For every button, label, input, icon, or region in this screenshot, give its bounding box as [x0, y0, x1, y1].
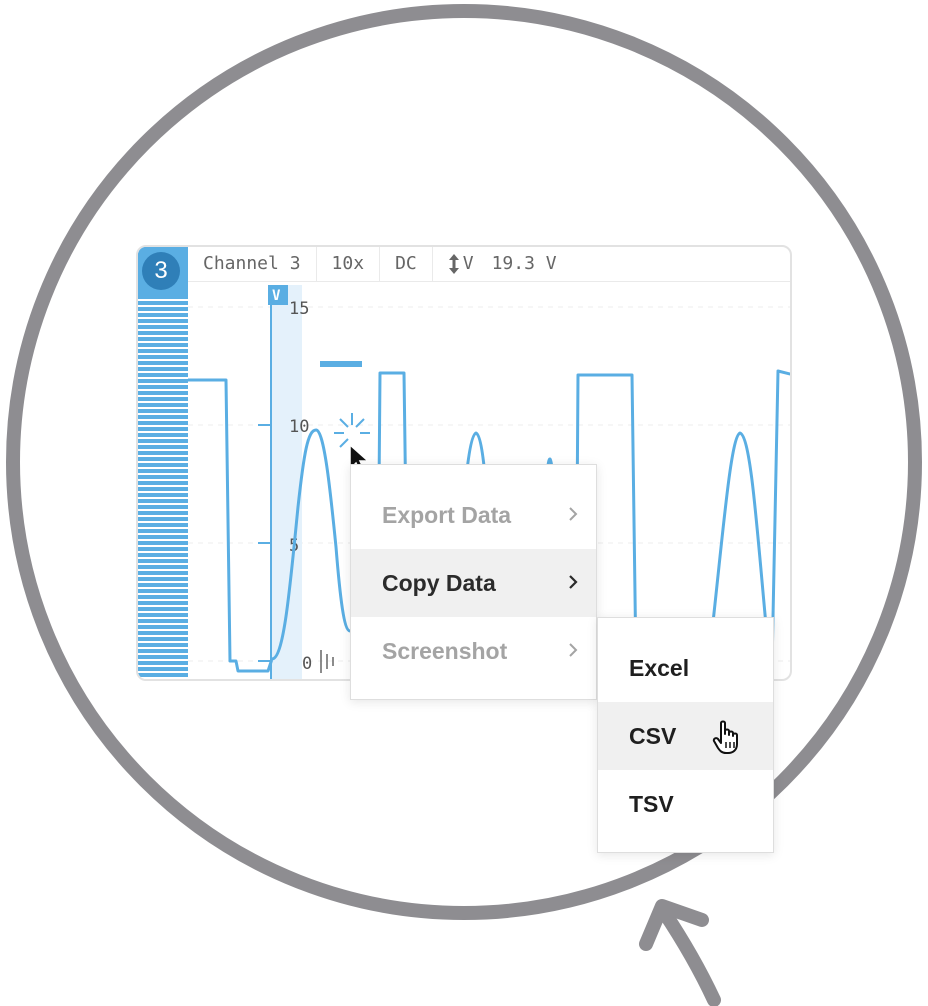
hand-pointer-icon [712, 720, 738, 754]
range-value: 19.3 V [491, 253, 557, 274]
vertical-range-icon: V [448, 247, 474, 281]
copy-data-submenu: Excel CSV TSV [597, 617, 774, 853]
y-tick-label: 10 [289, 417, 309, 437]
chevron-right-icon [569, 507, 578, 521]
y-tick-label: 0 [302, 654, 312, 674]
submenu-item-tsv[interactable]: TSV [598, 770, 773, 838]
submenu-item-csv[interactable]: CSV [598, 702, 773, 770]
menu-item-label: CSV [629, 723, 677, 749]
channel-name[interactable]: Channel 3 [188, 247, 317, 281]
y-tick-label: 15 [289, 299, 309, 319]
channel-number-badge[interactable]: 3 [142, 252, 180, 290]
menu-item-label: Screenshot [382, 638, 508, 664]
axis-unit-label: V [272, 288, 281, 304]
menu-item-copy-data[interactable]: Copy Data [351, 549, 596, 617]
range-unit: V [462, 253, 474, 274]
menu-item-label: Export Data [382, 502, 512, 528]
context-menu: Export Data Copy Data Screenshot [350, 464, 597, 700]
menu-item-export-data[interactable]: Export Data [351, 481, 596, 549]
submenu-item-excel[interactable]: Excel [598, 634, 773, 702]
probe-attenuation[interactable]: 10x [317, 247, 381, 281]
vertical-range[interactable]: V 19.3 V [433, 247, 572, 281]
menu-item-screenshot[interactable]: Screenshot [351, 617, 596, 685]
chevron-right-icon [569, 575, 578, 589]
menu-item-label: Copy Data [382, 570, 496, 596]
click-burst [334, 413, 370, 448]
curved-arrow-icon [639, 899, 721, 1006]
channel-color-strip[interactable] [138, 247, 188, 679]
chevron-right-icon [569, 643, 578, 657]
coupling-mode[interactable]: DC [380, 247, 433, 281]
channel-header: Channel 3 10x DC V 19.3 V [188, 247, 790, 282]
